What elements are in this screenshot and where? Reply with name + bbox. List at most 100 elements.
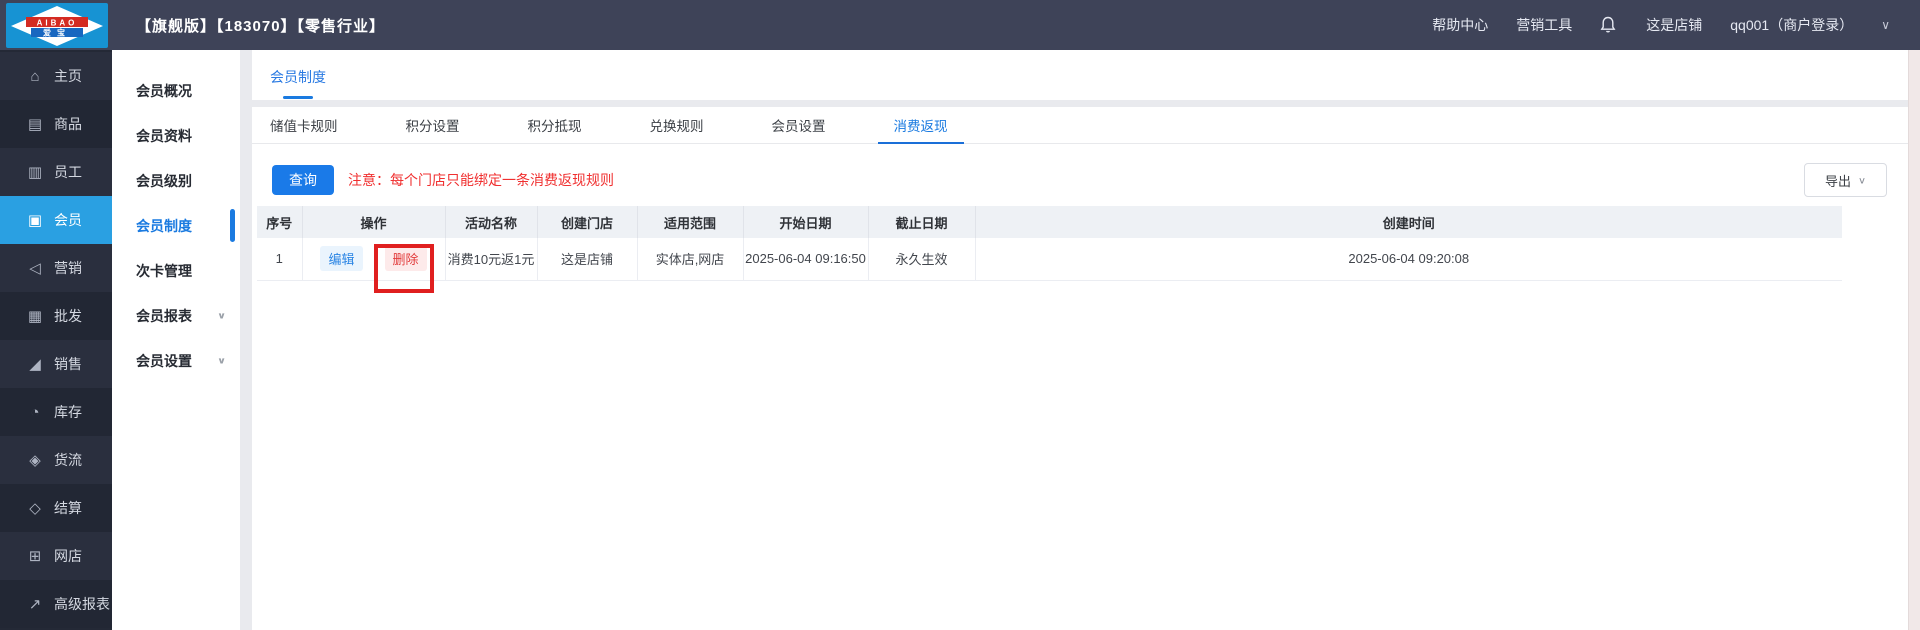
- cell-scope: 实体店,网店: [637, 238, 744, 281]
- submenu-item-member-system[interactable]: 会员制度: [112, 203, 240, 248]
- submenu-item-times-card[interactable]: 次卡管理: [112, 248, 240, 293]
- subtab-exchange-rules[interactable]: 兑换规则: [650, 107, 704, 144]
- page-scrollbar[interactable]: [1908, 50, 1920, 630]
- export-chevron-down-icon: ∨: [1857, 175, 1867, 186]
- edit-link[interactable]: 编辑: [320, 246, 363, 272]
- notice-text: 注意：每个门店只能绑定一条消费返现规则: [348, 172, 614, 188]
- sidebar-item-online-store[interactable]: ⊞ 网店: [0, 532, 112, 580]
- submenu-item-member-reports[interactable]: 会员报表 ∨: [112, 293, 240, 338]
- sidebar-item-label: 库存: [54, 404, 82, 420]
- submenu-item-label: 会员报表: [136, 307, 192, 324]
- account-menu[interactable]: qq001（商户登录）: [1730, 15, 1853, 35]
- table-row: 1 编辑 删除 消费10元返1元 这是店铺 实体店,网店 2025-06-04 …: [257, 238, 1842, 281]
- chevron-down-icon: ∨: [217, 311, 226, 321]
- sidebar-item-label: 网店: [54, 548, 82, 564]
- sidebar-item-logistics[interactable]: ◈ 货流: [0, 436, 112, 484]
- sidebar-item-advanced-reports[interactable]: ↗ 高级报表: [0, 580, 112, 628]
- cell-actions: 编辑 删除: [302, 238, 446, 281]
- marketing-icon: ◁: [29, 260, 41, 277]
- subtab-member-settings[interactable]: 会员设置: [772, 107, 826, 144]
- sub-tab-bar: 储值卡规则 积分设置 积分抵现 兑换规则 会员设置 消费返现: [252, 107, 1908, 144]
- submenu-item-member-level[interactable]: 会员级别: [112, 158, 240, 203]
- subtab-consume-cashback[interactable]: 消费返现: [894, 107, 948, 144]
- cashback-rules-table: 序号 操作 活动名称 创建门店 适用范围 开始日期 截止日期 创建时间 1 编辑…: [257, 206, 1842, 281]
- cell-end-date: 永久生效: [868, 238, 976, 281]
- sidebar-item-settlement[interactable]: ◇ 结算: [0, 484, 112, 532]
- cell-index: 1: [257, 238, 303, 281]
- export-button-label: 导出: [1824, 173, 1851, 189]
- page-title: 【旗舰版】【183070】【零售行业】: [136, 17, 386, 35]
- submenu-item-member-overview[interactable]: 会员概况: [112, 68, 240, 113]
- inventory-icon: ◔: [30, 403, 40, 421]
- submenu-item-label: 会员制度: [136, 217, 192, 234]
- header-end-date: 截止日期: [868, 206, 976, 238]
- submenu-item-member-info[interactable]: 会员资料: [112, 113, 240, 158]
- help-center-link[interactable]: 帮助中心: [1432, 15, 1488, 35]
- sidebar-item-label: 商品: [54, 116, 82, 132]
- export-button[interactable]: 导出 ∨: [1804, 163, 1887, 197]
- app-logo[interactable]: AIBAO 爱宝: [6, 3, 108, 48]
- sidebar-item-label: 货流: [54, 452, 82, 468]
- sales-icon: ◢: [29, 356, 41, 373]
- sidebar-item-goods[interactable]: ▤ 商品: [0, 100, 112, 148]
- sidebar-item-label: 销售: [54, 356, 82, 372]
- online-store-icon: ⊞: [28, 548, 42, 565]
- main-sidebar: ⌂ 主页 ▤ 商品 ▥ 员工 ▣ 会员 ◁ 营销 ▦ 批发 ◢ 销售 ◔ 库存 …: [0, 50, 112, 630]
- table-header-row: 序号 操作 活动名称 创建门店 适用范围 开始日期 截止日期 创建时间: [257, 206, 1842, 238]
- settlement-icon: ◇: [29, 500, 41, 517]
- sidebar-item-label: 批发: [54, 308, 82, 324]
- query-button[interactable]: 查询: [272, 165, 334, 195]
- header-created-store: 创建门店: [537, 206, 638, 238]
- marketing-tools-link[interactable]: 营销工具: [1516, 15, 1572, 35]
- svg-text:AIBAO: AIBAO: [37, 18, 78, 27]
- subtab-stored-card-rules[interactable]: 储值卡规则: [270, 107, 338, 144]
- svg-text:爱宝: 爱宝: [43, 27, 71, 37]
- topbar-right: 帮助中心 营销工具 这是店铺 qq001（商户登录） ∨: [1432, 0, 1890, 50]
- sidebar-item-staff[interactable]: ▥ 员工: [0, 148, 112, 196]
- home-icon: ⌂: [30, 67, 40, 85]
- store-name[interactable]: 这是店铺: [1646, 15, 1702, 35]
- submenu-item-member-settings[interactable]: 会员设置 ∨: [112, 338, 240, 383]
- delete-link[interactable]: 删除: [384, 246, 427, 272]
- submenu-item-label: 次卡管理: [136, 262, 192, 279]
- header-created-time: 创建时间: [975, 206, 1842, 238]
- logistics-icon: ◈: [29, 452, 41, 469]
- submenu-item-label: 会员概况: [136, 82, 192, 99]
- staff-icon: ▥: [27, 164, 43, 181]
- sidebar-item-home[interactable]: ⌂ 主页: [0, 52, 112, 100]
- aibao-logo-icon: AIBAO 爱宝: [11, 5, 103, 46]
- sidebar-item-member[interactable]: ▣ 会员: [0, 196, 112, 244]
- sidebar-item-sales[interactable]: ◢ 销售: [0, 340, 112, 388]
- submenu-item-label: 会员级别: [136, 172, 192, 189]
- chevron-down-icon: ∨: [217, 356, 226, 366]
- header-activity-name: 活动名称: [445, 206, 538, 238]
- notification-bell-icon[interactable]: [1600, 15, 1618, 35]
- band-divider: [252, 100, 1908, 107]
- sidebar-item-marketing[interactable]: ◁ 营销: [0, 244, 112, 292]
- member-icon: ▣: [27, 212, 43, 229]
- cell-start-date: 2025-06-04 09:16:50: [743, 238, 869, 281]
- layout-divider: [240, 50, 252, 630]
- main-content: 会员制度 储值卡规则 积分设置 积分抵现 兑换规则 会员设置 消费返现 查询 注意：每个门…: [252, 50, 1908, 630]
- header-actions: 操作: [302, 206, 446, 238]
- cell-activity-name: 消费10元返1元: [445, 238, 538, 281]
- top-bar: AIBAO 爱宝 【旗舰版】【183070】【零售行业】 帮助中心 营销工具 这…: [0, 0, 1920, 50]
- header-index: 序号: [257, 206, 303, 238]
- page-tab-bar: 会员制度: [252, 50, 1908, 100]
- tab-member-system[interactable]: 会员制度: [270, 67, 326, 87]
- sidebar-item-label: 主页: [54, 68, 82, 84]
- header-scope: 适用范围: [637, 206, 744, 238]
- sidebar-item-inventory[interactable]: ◔ 库存: [0, 388, 112, 436]
- sidebar-item-label: 高级报表: [54, 596, 110, 612]
- subtab-points-redeem[interactable]: 积分抵现: [528, 107, 582, 144]
- cell-created-time: 2025-06-04 09:20:08: [975, 238, 1842, 281]
- goods-icon: ▤: [27, 116, 43, 133]
- submenu-item-label: 会员资料: [136, 127, 192, 144]
- account-chevron-down-icon[interactable]: ∨: [1881, 18, 1890, 32]
- sidebar-item-label: 结算: [54, 500, 82, 516]
- cell-created-store: 这是店铺: [537, 238, 638, 281]
- sidebar-item-wholesale[interactable]: ▦ 批发: [0, 292, 112, 340]
- subtab-points-settings[interactable]: 积分设置: [406, 107, 460, 144]
- advanced-reports-icon: ↗: [28, 596, 42, 613]
- sidebar-item-label: 营销: [54, 260, 82, 276]
